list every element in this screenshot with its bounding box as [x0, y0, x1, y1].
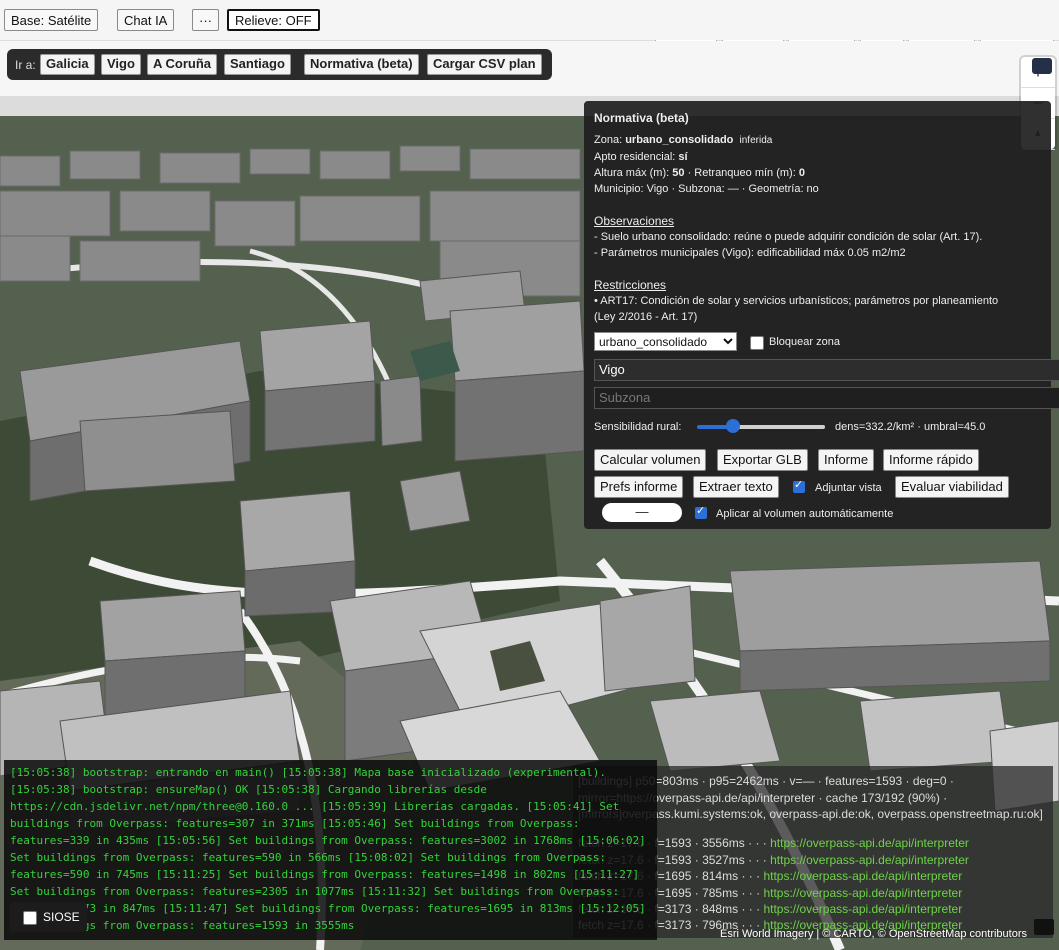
retranqueo-label: · Retranqueo mín (m): — [687, 167, 796, 179]
restricciones-heading: Restricciones — [594, 278, 667, 292]
evaluar-viabilidad-button[interactable]: Evaluar viabilidad — [895, 476, 1009, 498]
observaciones-heading: Observaciones — [594, 214, 675, 228]
zona-line: Zona: urbano_consolidado inferida — [594, 134, 772, 146]
fetch-url[interactable]: https://overpass-api.de/api/interpreter — [763, 886, 962, 900]
fetch-url[interactable]: https://overpass-api.de/api/interpreter — [770, 853, 969, 867]
siose-label: SIOSE — [43, 910, 80, 924]
observacion-item: - Suelo urbano consolidado: reúne o pued… — [594, 231, 983, 243]
exportar-glb-button[interactable]: Exportar GLB — [717, 449, 808, 471]
informe-button[interactable]: Informe — [818, 449, 875, 471]
aplicar-volumen-label: Aplicar al volumen automáticamente — [716, 508, 894, 520]
altura-value: 50 — [672, 167, 685, 179]
observacion-item: - Parámetros municipales (Vigo): edifica… — [594, 247, 906, 259]
apto-line: Apto residencial: sí — [594, 151, 688, 163]
prefs-informe-button[interactable]: Prefs informe — [594, 476, 684, 498]
chat-ai-button[interactable]: Chat IA — [117, 9, 175, 31]
top-toolbar: Base: Satélite Chat IA ··· Relieve: OFF — [0, 0, 1059, 45]
siose-checkbox[interactable] — [23, 911, 37, 925]
calcular-volumen-button[interactable]: Calcular volumen — [594, 449, 707, 471]
bloquear-zona-checkbox[interactable] — [750, 336, 764, 350]
fullscreen-icon[interactable] — [1034, 919, 1054, 935]
fetch-url[interactable]: https://overpass-api.de/api/interpreter — [763, 869, 962, 883]
sensibilidad-readout: dens=332.2/km² · umbral=45.0 — [835, 421, 986, 433]
apto-label: Apto residencial: — [594, 151, 676, 163]
zona-value: urbano_consolidado — [625, 134, 734, 146]
municipio-input[interactable]: Vigo — [594, 359, 1059, 381]
extraer-texto-button[interactable]: Extraer texto — [693, 476, 779, 498]
fetch-url[interactable]: https://overpass-api.de/api/interpreter — [763, 902, 962, 916]
sensibilidad-label: Sensibilidad rural: — [594, 421, 682, 433]
altura-line: Altura máx (m): 50 · Retranqueo mín (m):… — [594, 167, 805, 179]
zona-select[interactable]: urbano_consolidado — [594, 332, 737, 351]
informe-rapido-button[interactable]: Informe rápido — [883, 449, 979, 471]
sensibilidad-slider-rest[interactable] — [732, 425, 825, 429]
goto-acoruna-button[interactable]: A Coruña — [147, 54, 218, 75]
bloquear-zona-label: Bloquear zona — [769, 336, 840, 348]
goto-galicia-button[interactable]: Galicia — [40, 54, 95, 75]
restriccion-item: (Ley 2/2016 - Art. 17) — [594, 311, 698, 323]
goto-vigo-button[interactable]: Vigo — [101, 54, 141, 75]
relief-toggle-button[interactable]: Relieve: OFF — [227, 9, 320, 31]
load-csv-button[interactable]: Cargar CSV plan — [427, 54, 542, 75]
base-layer-button[interactable]: Base: Satélite — [4, 9, 99, 31]
aplicar-volumen-checkbox[interactable] — [695, 504, 707, 519]
console-log: [15:05:38] bootstrap: entrando en main()… — [4, 760, 657, 940]
sensibilidad-slider-thumb[interactable] — [725, 419, 740, 433]
goto-santiago-button[interactable]: Santiago — [224, 54, 291, 75]
municipio-line: Municipio: Vigo · Subzona: — · Geometría… — [594, 183, 819, 195]
panel-title: Normativa (beta) — [594, 111, 689, 125]
retranqueo-value: 0 — [798, 167, 805, 179]
map-attribution: Esri World Imagery | © CARTO, © OpenStre… — [720, 928, 1028, 940]
fetch-url[interactable]: https://overpass-api.de/api/interpreter — [770, 836, 969, 850]
zona-label: Zona: — [594, 134, 623, 146]
apto-value: sí — [678, 151, 688, 163]
siose-toggle[interactable]: SIOSE — [10, 902, 87, 932]
more-button[interactable]: ··· — [192, 9, 219, 31]
subzona-input[interactable]: Subzona — [594, 387, 1059, 409]
goto-label: Ir a: — [15, 58, 36, 72]
restriccion-item: • ART17: Condición de solar y servicios … — [594, 295, 999, 307]
adjuntar-vista-label: Adjuntar vista — [815, 482, 882, 494]
goto-bar: Ir a: Galicia Vigo A Coruña Santiago Nor… — [7, 49, 552, 80]
adjuntar-vista-checkbox[interactable] — [793, 478, 805, 493]
status-pill-button[interactable]: — — [602, 503, 682, 522]
normativa-panel: Normativa (beta) Zona: urbano_consolidad… — [584, 101, 1059, 529]
chat-bubble-icon[interactable] — [1032, 58, 1052, 74]
altura-label: Altura máx (m): — [594, 167, 670, 179]
zona-note: inferida — [739, 135, 773, 146]
normativa-button[interactable]: Normativa (beta) — [304, 54, 419, 75]
